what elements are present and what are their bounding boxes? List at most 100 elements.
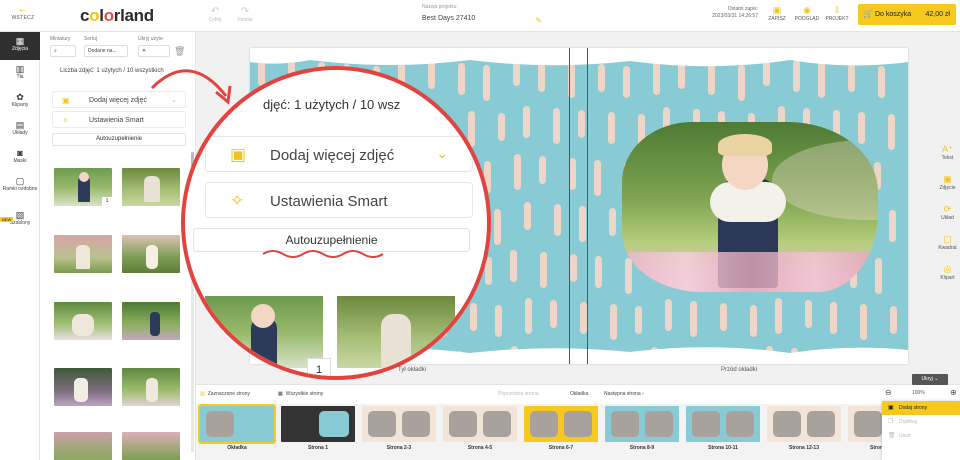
page-thumbnail[interactable]: Okładka xyxy=(198,404,276,451)
brush-stroke xyxy=(470,303,477,331)
cover-photo[interactable] xyxy=(622,122,878,292)
rail-item-masks[interactable]: ◙ Maski xyxy=(0,144,40,172)
page-preview xyxy=(686,406,760,442)
rail-item-templates[interactable]: NEW ▧ Szablony xyxy=(0,206,40,234)
page-label: Strona 2-3 xyxy=(386,445,412,451)
page-preview xyxy=(198,404,276,444)
page-thumbnail[interactable]: Strona 8-9 xyxy=(605,406,679,451)
delete-menu-item[interactable]: 🗑 Usuń xyxy=(882,429,960,443)
zoom-photo-count: djęć: 1 użytych / 10 wsz xyxy=(263,97,401,112)
zoom-smart-settings: ✧ Ustawienia Smart xyxy=(205,182,473,218)
pages-icon: ▥ xyxy=(200,391,205,397)
project-name-label: Nazwa projektu: xyxy=(422,4,458,10)
brush-stroke xyxy=(830,302,837,334)
hide-used-toggle[interactable]: ✕ xyxy=(138,45,170,57)
brush-stroke xyxy=(653,59,660,95)
last-saved-value: 2023/03/31 14:26:57 xyxy=(712,13,758,19)
clipart-icon: ✿ xyxy=(16,92,24,102)
search-icon: ⌕ xyxy=(54,48,57,54)
page-thumbnail[interactable]: Strona 2-3 xyxy=(362,406,436,451)
page-thumbnail[interactable]: Strona 6-7 xyxy=(524,406,598,451)
photo-thumbnail[interactable] xyxy=(54,235,112,273)
add-text-button[interactable]: A⁺ Tekst xyxy=(935,144,960,174)
back-button[interactable]: ← WSTECZ xyxy=(8,4,38,22)
sort-select[interactable]: Dodane na... xyxy=(84,45,128,57)
rail-item-frames[interactable]: ▢ Ramki ozdobne xyxy=(0,172,40,206)
smart-settings-button[interactable]: ✧ Ustawienia Smart xyxy=(52,111,186,128)
zoom-photo-thumbnail xyxy=(205,296,323,368)
background-icon: ▥ xyxy=(15,64,25,74)
left-rail: ▦ Zdjęcia ▥ Tła ✿ Kliparty ▤ Układy ◙ Maski ▢… xyxy=(0,32,40,460)
rail-item-backgrounds[interactable]: ▥ Tła xyxy=(0,60,40,88)
photo-thumbnail[interactable] xyxy=(122,302,180,340)
add-shape-button[interactable]: ▢ Kwadrat xyxy=(935,234,960,264)
add-to-cart-button[interactable]: 🛒 Do koszyka 42,00 zł xyxy=(858,4,956,25)
add-more-photos-button[interactable]: ▣ Dodaj więcej zdjęć ⌄ xyxy=(52,91,186,108)
rail-item-layouts[interactable]: ▤ Układy xyxy=(0,116,40,144)
brush-stroke xyxy=(580,302,587,334)
zoom-in-icon[interactable]: ⊕ xyxy=(950,388,957,397)
download-icon: ⇩ xyxy=(833,5,841,15)
project-button[interactable]: ⇩ PROJEKT xyxy=(824,5,850,22)
duplicate-menu-item[interactable]: ❐ Duplikuj xyxy=(882,415,960,429)
tab-selected-pages[interactable]: ▥ Zaznaczone strony xyxy=(200,389,250,400)
page-preview-photo-slot xyxy=(692,411,720,437)
right-rail: A⁺ Tekst ▣ Zdjęcie ⟳ Układ ▢ Kwadrat ◎ Klipar… xyxy=(935,144,960,294)
page-thumbnail[interactable]: Strona 4-5 xyxy=(443,406,517,451)
save-button[interactable]: ▣ ZAPISZ xyxy=(764,5,790,22)
colorland-logo[interactable]: colorland xyxy=(80,6,154,26)
change-layout-button[interactable]: ⟳ Układ xyxy=(935,204,960,234)
thumbnail-size-control[interactable]: ⌕ xyxy=(50,45,76,57)
photo-thumbnail[interactable] xyxy=(122,168,180,206)
page-preview-photo-slot xyxy=(611,411,639,437)
tab-all-pages[interactable]: ▦ Wszystkie strony xyxy=(278,389,323,400)
usage-count-badge: 1 xyxy=(102,197,112,206)
trash-icon[interactable]: 🗑 xyxy=(174,46,185,57)
photo-thumbnail[interactable] xyxy=(122,235,180,273)
brush-stroke xyxy=(608,112,615,144)
photo-thumbnail[interactable]: 1 xyxy=(54,168,112,206)
brush-stroke xyxy=(495,305,502,337)
rail-item-photos[interactable]: ▦ Zdjęcia xyxy=(0,32,40,60)
photo-thumbnail[interactable] xyxy=(122,432,180,460)
page-thumbnail[interactable]: Strona 1 xyxy=(281,406,355,451)
brush-stroke xyxy=(793,60,800,92)
add-pages-menu-item[interactable]: ▣ Dodaj strony xyxy=(882,401,960,415)
project-name-value[interactable]: Best Days 27410 xyxy=(422,15,542,22)
brush-stroke xyxy=(860,304,867,340)
page-preview-photo-slot xyxy=(402,411,430,437)
zoom-callout: djęć: 1 użytych / 10 wsz ▣ Dodaj więcej … xyxy=(181,66,491,380)
rail-item-cliparts[interactable]: ✿ Kliparty xyxy=(0,88,40,116)
next-page-button[interactable]: Następna strona › xyxy=(604,389,644,400)
hide-strip-button[interactable]: Ukryj ⌄ xyxy=(912,374,948,385)
brush-stroke xyxy=(598,64,605,92)
zoom-control[interactable]: ⊖ 100% ⊕ xyxy=(882,386,960,400)
page-preview-photo-slot xyxy=(530,411,558,437)
new-badge: NEW xyxy=(0,217,14,222)
photo-thumbnail[interactable] xyxy=(54,302,112,340)
brush-stroke xyxy=(708,63,715,95)
brush-stroke xyxy=(623,66,630,98)
brush-stroke xyxy=(610,304,617,340)
preview-button[interactable]: ◉ PODGLĄD xyxy=(794,5,820,22)
photo-thumbnail[interactable] xyxy=(122,368,180,406)
cart-icon: 🛒 xyxy=(863,9,873,18)
redo-button[interactable]: ↷ Ponów xyxy=(230,6,260,24)
brush-stroke xyxy=(888,114,895,150)
add-clipart-button[interactable]: ◎ Klipart xyxy=(935,264,960,294)
redo-icon: ↷ xyxy=(240,6,250,17)
prev-page-button[interactable]: Poprzednia strona xyxy=(498,389,539,400)
photo-thumbnail[interactable] xyxy=(54,432,112,460)
pencil-icon[interactable]: ✎ xyxy=(535,16,542,25)
autofill-button[interactable]: Autouzupełnienie xyxy=(52,133,186,146)
brush-stroke xyxy=(635,306,642,334)
project-name[interactable]: Nazwa projektu: Best Days 27410 ✎ xyxy=(422,4,542,25)
page-thumbnail[interactable]: Strona 10-11 xyxy=(686,406,760,451)
magic-wand-icon: ✧ xyxy=(230,191,245,210)
back-label: WSTECZ xyxy=(11,15,35,21)
page-thumbnail[interactable]: Strona 12-13 xyxy=(767,406,841,451)
add-photo-button[interactable]: ▣ Zdjęcie xyxy=(935,174,960,204)
zoom-out-icon[interactable]: ⊖ xyxy=(885,388,892,397)
undo-button[interactable]: ↶ Cofnij xyxy=(200,7,230,24)
photo-thumbnail[interactable] xyxy=(54,368,112,406)
